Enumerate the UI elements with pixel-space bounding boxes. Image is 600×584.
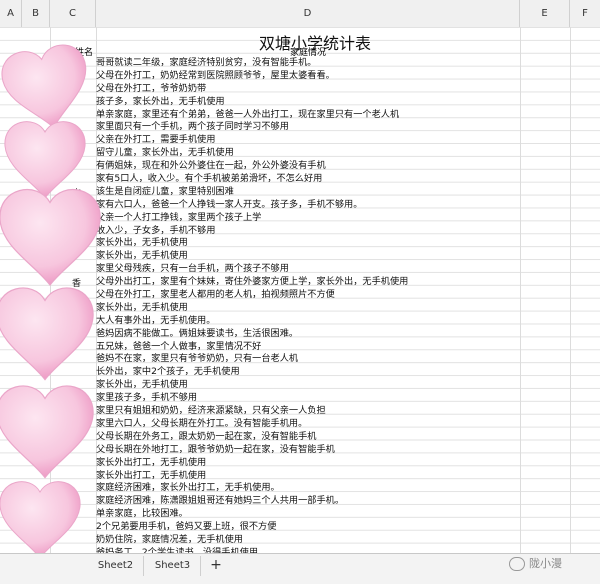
table-row[interactable]: 爸妈因病不能做工。俩姐妹要读书，生活很困难。 — [96, 328, 520, 341]
tab-sheet2[interactable]: Sheet2 — [88, 556, 144, 576]
column-header-bar: A B C D E F — [0, 0, 600, 28]
column-header-e[interactable]: E — [520, 0, 570, 27]
column-header-b[interactable]: B — [22, 0, 50, 27]
table-row[interactable]: 留守儿童，家长外出，无手机使用 — [96, 147, 520, 160]
name-cell[interactable]: 杰 — [72, 57, 81, 70]
table-row[interactable]: 家长外出，无手机使用 — [96, 250, 520, 263]
table-row[interactable]: 单亲家庭，家里还有个弟弟，爸爸一人外出打工，现在家里只有一个老人机 — [96, 109, 520, 122]
table-row[interactable]: 收入少，子女多，手机不够用 — [96, 225, 520, 238]
table-row[interactable]: 2个兄弟要用手机，爸妈又要上班，很不方便 — [96, 521, 520, 534]
table-row[interactable]: 家长外出，无手机使用 — [96, 379, 520, 392]
name-cell[interactable]: 香 — [72, 276, 81, 289]
table-row[interactable]: 父母在外打工，家里老人都用的老人机，拍视频照片不方便 — [96, 289, 520, 302]
family-situation-column: 哥哥就读二年级，家庭经济特别贫穷，没有智能手机。 父母在外打工，奶奶经常到医院照顾… — [96, 57, 520, 573]
table-row[interactable]: 家里只有姐姐和奶奶，经济来源紧缺，只有父亲一人负担 — [96, 405, 520, 418]
name-cell[interactable]: 烯 — [72, 289, 81, 302]
table-row[interactable]: 家长外出打工，无手机使用 — [96, 470, 520, 483]
table-row[interactable]: 该生是自闭症儿童，家里特别困难 — [96, 186, 520, 199]
table-row[interactable]: 家有六口人，爸爸一个人挣钱一家人开支。孩子多，手机不够用。 — [96, 199, 520, 212]
table-row[interactable]: 父母长期在外务工，跟太奶奶一起在家，没有智能手机 — [96, 431, 520, 444]
table-row[interactable]: 家里面只有一个手机，两个孩子同时学习不够用 — [96, 121, 520, 134]
tab-sheet3[interactable]: Sheet3 — [145, 556, 201, 576]
column-header-a[interactable]: A — [0, 0, 22, 27]
table-row[interactable]: 家长外出打工，无手机使用 — [96, 457, 520, 470]
column-header-d[interactable]: D — [96, 0, 520, 27]
name-cell[interactable]: 涛 — [72, 302, 81, 315]
table-row[interactable]: 父亲一个人打工挣钱，家里两个孩子上学 — [96, 212, 520, 225]
table-row[interactable]: 单亲家庭，比较困难。 — [96, 508, 520, 521]
table-row[interactable]: 家里六口人，父母长期在外打工。没有智能手机用。 — [96, 418, 520, 431]
wechat-icon — [509, 557, 525, 571]
watermark-text: 陇小漫 — [529, 557, 562, 570]
table-row[interactable]: 家里父母残疾，只有一台手机，两个孩子不够用 — [96, 263, 520, 276]
table-row[interactable]: 五兄妹，爸爸一个人做事，家里情况不好 — [96, 341, 520, 354]
table-row[interactable]: 大人有事外出，无手机使用。 — [96, 315, 520, 328]
column-header-f[interactable]: F — [570, 0, 600, 27]
table-row[interactable]: 父母外出打工，家里有个妹妹，寄住外婆家方便上学，家长外出，无手机使用 — [96, 276, 520, 289]
table-row[interactable]: 父母长期在外地打工，跟爷爷奶奶一起在家，没有智能手机 — [96, 444, 520, 457]
table-row[interactable]: 家有5口人，收入少。有个手机被弟弟滑坏，不怎么好用 — [96, 173, 520, 186]
table-row[interactable]: 爸妈不在家，家里只有爷爷奶奶，只有一台老人机 — [96, 353, 520, 366]
table-row[interactable]: 家里孩子多，手机不够用 — [96, 392, 520, 405]
table-row[interactable]: 家庭经济困难，家长外出打工，无手机使用。 — [96, 482, 520, 495]
add-sheet-button[interactable]: + — [205, 556, 227, 576]
table-row[interactable]: 父母在外打工，奶奶经常到医院照顾爷爷，屋里太婆看看。 — [96, 70, 520, 83]
table-row[interactable]: 家长外出，无手机使用 — [96, 302, 520, 315]
watermark: 陇小漫 — [509, 553, 562, 575]
table-row[interactable]: 孩子多，家长外出，无手机使用 — [96, 96, 520, 109]
table-row[interactable]: 父亲在外打工，需要手机使用 — [96, 134, 520, 147]
table-row[interactable]: 家庭经济困难，陈潇跟姐姐哥还有她妈三个人共用一部手机。 — [96, 495, 520, 508]
column-header-c[interactable]: C — [50, 0, 96, 27]
spreadsheet-area: A B C D E F 双塘小学统计表 姓名 家庭情况 哥哥就读二年级，家庭经济… — [0, 0, 600, 583]
table-row[interactable]: 父母在外打工，爷爷奶奶带 — [96, 83, 520, 96]
table-row[interactable]: 长外出，家中2个孩子，无手机使用 — [96, 366, 520, 379]
table-row[interactable]: 奶奶住院，家庭情况差，无手机使用 — [96, 534, 520, 547]
name-cell[interactable]: 杰 — [72, 186, 81, 199]
table-row[interactable]: 家长外出，无手机使用 — [96, 237, 520, 250]
table-row[interactable]: 哥哥就读二年级，家庭经济特别贫穷，没有智能手机。 — [96, 57, 520, 70]
table-row[interactable]: 有俩姐妹，现在和外公外婆住在一起，外公外婆没有手机 — [96, 160, 520, 173]
